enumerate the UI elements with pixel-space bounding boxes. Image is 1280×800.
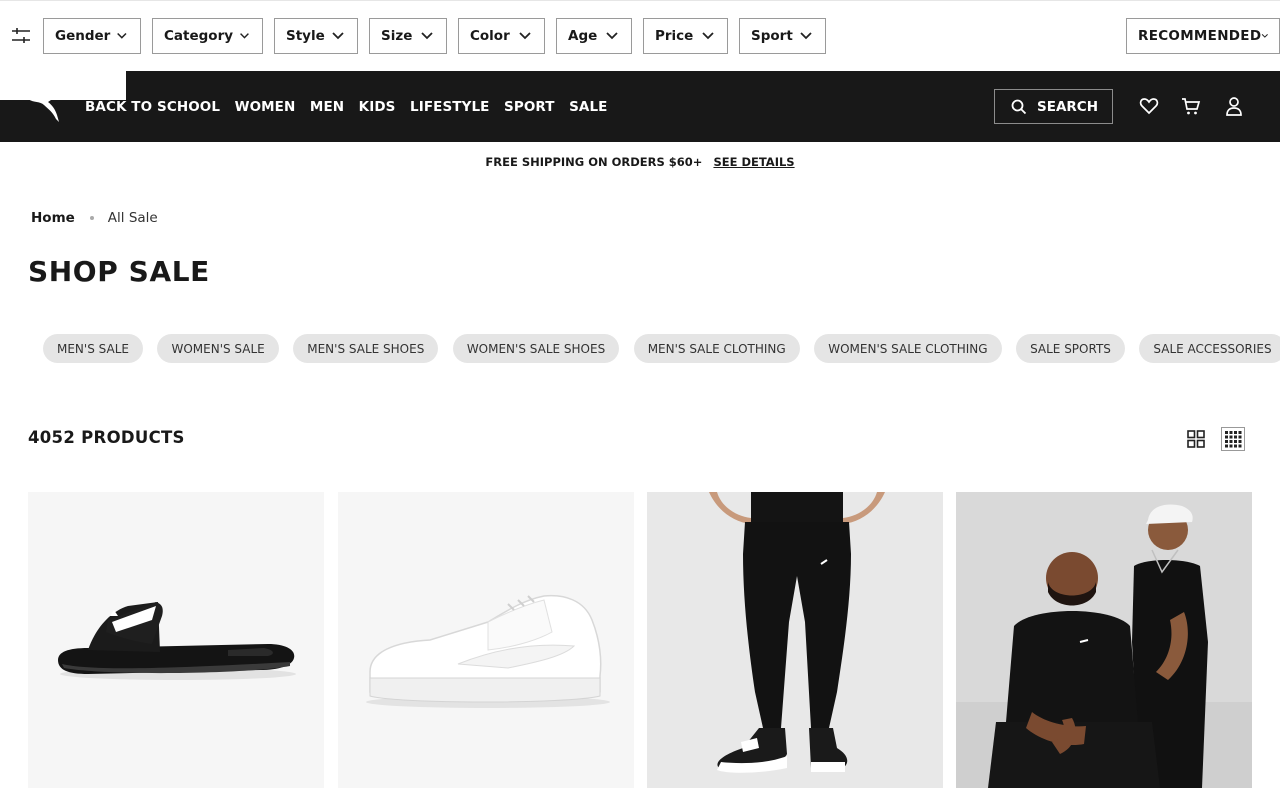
product-card-black-joggers[interactable] [647,492,943,788]
nav-links: BACK TO SCHOOL WOMEN MEN KIDS LIFESTYLE … [85,71,622,142]
sort-label: RECOMMENDED [1138,28,1262,44]
grid-4x4-icon[interactable] [1221,427,1245,451]
chip-sale-sports[interactable]: SALE SPORTS [1016,334,1125,363]
promo-text: FREE SHIPPING ON ORDERS $60+ [485,155,703,169]
nav-link-lifestyle[interactable]: LIFESTYLE [410,99,490,115]
filter-style[interactable]: Style [274,18,358,54]
chip-womens-sale-clothing[interactable]: WOMEN'S SALE CLOTHING [814,334,1002,363]
chip-womens-sale[interactable]: WOMEN'S SALE [157,334,279,363]
filter-label: Sport [751,28,793,44]
chevron-down-icon [117,32,127,39]
grid-2x2-icon[interactable] [1184,427,1208,451]
filter-category[interactable]: Category [152,18,263,54]
search-icon [1011,99,1027,114]
chip-mens-sale-clothing[interactable]: MEN'S SALE CLOTHING [633,334,800,363]
filter-label: Color [470,28,510,44]
filter-sport[interactable]: Sport [739,18,826,54]
product-card-black-slide[interactable] [28,492,324,788]
product-image-white-sneaker [338,492,634,788]
heart-icon[interactable] [1139,96,1159,116]
search-button[interactable]: SEARCH [994,89,1113,124]
filter-label: Age [568,28,598,44]
filter-label: Category [164,28,234,44]
search-label: SEARCH [1037,98,1098,115]
product-image-black-slide-sandal [28,492,324,788]
nav-link-women[interactable]: WOMEN [235,99,296,115]
filter-color[interactable]: Color [458,18,545,54]
nav-link-back-to-school[interactable]: BACK TO SCHOOL [85,99,220,115]
filter-age[interactable]: Age [556,18,632,54]
filter-label: Size [381,28,413,44]
filter-panel-tab [0,70,126,100]
cart-icon[interactable] [1181,96,1201,116]
product-image-two-models-black-tees [956,492,1252,788]
filter-bar: Gender Category Style Size Color Age Pri… [0,0,1280,71]
filter-label: Price [655,28,694,44]
chevron-down-icon [332,32,344,40]
account-icon[interactable] [1224,96,1244,116]
nav-link-men[interactable]: MEN [310,99,344,115]
see-details-link[interactable]: SEE DETAILS [713,155,794,169]
chevron-down-icon [421,32,433,40]
breadcrumb: Home All Sale [31,210,158,226]
sliders-icon[interactable] [10,26,32,46]
promo-banner: FREE SHIPPING ON ORDERS $60+ SEE DETAILS [0,142,1280,182]
chip-mens-sale[interactable]: MEN'S SALE [43,334,143,363]
chevron-down-icon [606,32,618,40]
chip-mens-sale-shoes[interactable]: MEN'S SALE SHOES [293,334,439,363]
chevron-down-icon [240,33,249,39]
chip-sale-accessories[interactable]: SALE ACCESSORIES [1139,334,1280,363]
filter-size[interactable]: Size [369,18,447,54]
nav-link-sport[interactable]: SPORT [504,99,555,115]
chevron-down-icon [702,32,714,40]
breadcrumb-home[interactable]: Home [31,210,75,226]
filter-label: Gender [55,28,111,44]
page-title: SHOP SALE [28,255,210,288]
product-card-two-models[interactable] [956,492,1252,788]
filter-price[interactable]: Price [643,18,728,54]
product-image-black-joggers [647,492,943,788]
chevron-down-icon [519,32,531,40]
category-chips: MEN'S SALE WOMEN'S SALE MEN'S SALE SHOES… [43,334,1280,363]
chip-womens-sale-shoes[interactable]: WOMEN'S SALE SHOES [452,334,620,363]
product-count: 4052 PRODUCTS [28,428,185,447]
breadcrumb-separator [89,216,94,220]
nav-link-sale[interactable]: SALE [569,99,607,115]
nav-link-kids[interactable]: KIDS [359,99,396,115]
chevron-down-icon [800,32,812,40]
filter-label: Style [286,28,325,44]
product-card-white-sneaker[interactable] [338,492,634,788]
main-nav: BACK TO SCHOOL WOMEN MEN KIDS LIFESTYLE … [0,71,1280,142]
sort-dropdown[interactable]: RECOMMENDED [1126,18,1280,54]
chevron-down-icon [1262,34,1269,38]
filter-gender[interactable]: Gender [43,18,141,54]
breadcrumb-current: All Sale [107,210,158,226]
